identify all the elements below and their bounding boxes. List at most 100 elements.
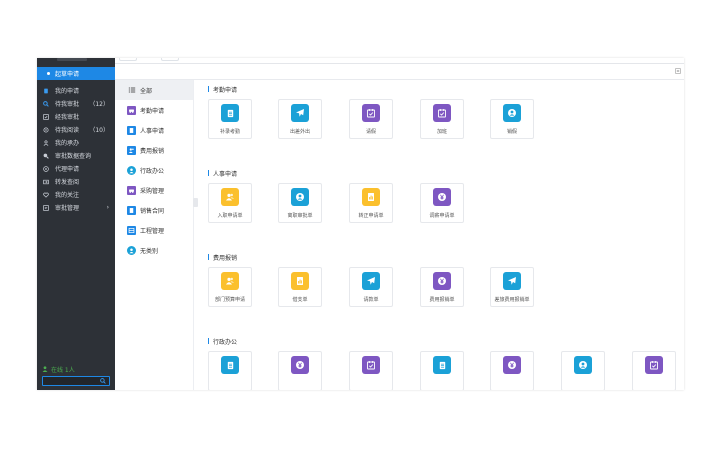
sidebar-item-9[interactable]: 审批管理 › — [37, 201, 115, 214]
plane-icon — [503, 272, 521, 290]
panel-splitter-handle[interactable] — [193, 198, 198, 207]
app-card[interactable]: 补录考勤 — [208, 99, 252, 139]
section-title-text: 人事申请 — [213, 170, 238, 178]
eye-icon — [42, 126, 49, 133]
approved-icon — [42, 113, 49, 120]
app-card[interactable]: 销假 — [490, 99, 534, 139]
settings-icon[interactable] — [675, 68, 681, 74]
section-title: 行政办公 — [208, 336, 684, 346]
doc-icon — [127, 205, 136, 215]
report-icon — [291, 272, 309, 290]
category-item-4[interactable]: 行政办公 — [115, 160, 193, 180]
category-item-3[interactable]: 费用报销 — [115, 140, 193, 160]
app-row: 补录考勤 出差外出 请假 加班 销假 — [208, 99, 684, 139]
app-card-label: 入职申请单 — [217, 213, 243, 219]
sidebar-item-label: 待我阅读 — [55, 127, 80, 134]
document-icon — [221, 356, 239, 374]
app-card-label: 出差外出 — [289, 129, 310, 135]
document-icon — [433, 356, 451, 374]
user-icon — [42, 139, 49, 146]
table-icon — [127, 225, 136, 235]
sidebar-item-4[interactable]: 我的承办 — [37, 136, 115, 149]
sidebar-item-5[interactable]: 审批数据查询 — [37, 149, 115, 162]
yen-icon — [433, 272, 451, 290]
sidebar-item-label: 起草申请 — [55, 71, 80, 78]
app-row: 部门预算申请 借支单 请款单 费用报销单 差旅费用报销单 — [208, 267, 684, 307]
app-card-label: 加班 — [436, 129, 447, 135]
online-count: 在线 1人 — [51, 366, 75, 374]
app-card-label: 费用报销单 — [429, 297, 455, 303]
forward-icon — [42, 178, 49, 185]
category-item-0[interactable]: 全部 — [115, 80, 193, 100]
sidebar-item-2[interactable]: 经我审批 — [37, 110, 115, 123]
calendar-icon — [433, 104, 451, 122]
active-dot-icon — [47, 72, 50, 75]
app-card[interactable]: 差旅费用报销单 — [490, 267, 534, 307]
app-card[interactable]: 借支单 — [278, 267, 322, 307]
sidebar-item-draft[interactable]: 起草申请 — [37, 67, 115, 80]
sidebar-search-input[interactable] — [42, 376, 110, 386]
app-card[interactable]: 部门预算申请 — [208, 267, 252, 307]
app-card[interactable]: 出差外出 — [278, 99, 322, 139]
category-item-2[interactable]: 人事申请 — [115, 120, 193, 140]
app-card[interactable]: 请假 — [349, 99, 393, 139]
sidebar-item-8[interactable]: 我的关注 — [37, 188, 115, 201]
tab-ghost-1[interactable] — [119, 58, 137, 61]
person-icon — [291, 188, 309, 206]
yen-icon — [433, 188, 451, 206]
app-card[interactable] — [632, 351, 676, 390]
toolbar — [115, 64, 684, 80]
document-icon — [221, 104, 239, 122]
sidebar-item-label: 审批数据查询 — [55, 153, 92, 160]
app-card[interactable]: 请款单 — [349, 267, 393, 307]
app-row: 入职申请单 离职审批单 转正申请单 调薪申请单 — [208, 183, 684, 223]
category-item-7[interactable]: 工程管理 — [115, 220, 193, 240]
sidebar-item-count: （10） — [89, 127, 109, 134]
app-card[interactable]: 加班 — [420, 99, 464, 139]
app-card[interactable] — [420, 351, 464, 390]
app-card[interactable] — [561, 351, 605, 390]
sidebar-item-3[interactable]: 待我阅读 （10） — [37, 123, 115, 136]
app-card[interactable] — [278, 351, 322, 390]
search-icon — [42, 100, 49, 107]
search-icon[interactable] — [100, 378, 106, 384]
category-label: 销售合同 — [140, 207, 165, 215]
app-card[interactable]: 费用报销单 — [420, 267, 464, 307]
sidebar-item-1[interactable]: 待我审批 （12） — [37, 97, 115, 110]
app-card[interactable] — [349, 351, 393, 390]
sidebar-item-7[interactable]: 转发查阅 — [37, 175, 115, 188]
section-title: 费用报销 — [208, 252, 684, 262]
tab-ghost-2[interactable] — [161, 58, 179, 61]
car-icon — [127, 105, 136, 115]
yen-icon — [291, 356, 309, 374]
app-card[interactable]: 入职申请单 — [208, 183, 252, 223]
category-label: 全部 — [140, 87, 153, 95]
app-card[interactable]: 转正申请单 — [349, 183, 393, 223]
sidebar-item-6[interactable]: 代理申请 — [37, 162, 115, 175]
app-card-label: 销假 — [506, 129, 517, 135]
main-content: 考勤申请 补录考勤 出差外出 请假 加班 销假 人事申请 入职申请单 离职审批单 转正申请单 调薪申… — [200, 80, 684, 390]
app-card[interactable]: 调薪申请单 — [420, 183, 464, 223]
section-2: 费用报销部门预算申请 借支单 请款单 费用报销单 差旅费用报销单 — [208, 252, 684, 307]
online-status: 在线 1人 — [42, 365, 110, 374]
sidebar-item-count: › — [106, 204, 109, 211]
sidebar-item-label: 审批管理 — [55, 205, 80, 212]
sidebar-footer: 在线 1人 — [37, 365, 115, 386]
sidebar-item-label: 我的承办 — [55, 140, 80, 147]
category-item-1[interactable]: 考勤申请 — [115, 100, 193, 120]
category-item-8[interactable]: 无类别 — [115, 240, 193, 260]
app-card-label: 转正申请单 — [358, 213, 384, 219]
app-card-label: 调薪申请单 — [429, 213, 455, 219]
category-item-5[interactable]: 采购管理 — [115, 180, 193, 200]
app-card-label: 离职审批单 — [287, 213, 313, 219]
sidebar-ghost-item — [57, 58, 87, 61]
sidebar-item-0[interactable]: 我的申请 — [37, 84, 115, 97]
section-title-bar — [208, 254, 209, 260]
app-card[interactable]: 离职审批单 — [278, 183, 322, 223]
app-card[interactable] — [208, 351, 252, 390]
proxy-icon — [42, 165, 49, 172]
category-item-6[interactable]: 销售合同 — [115, 200, 193, 220]
app-card-label: 差旅费用报销单 — [494, 297, 530, 303]
section-title: 人事申请 — [208, 168, 684, 178]
app-card[interactable] — [490, 351, 534, 390]
